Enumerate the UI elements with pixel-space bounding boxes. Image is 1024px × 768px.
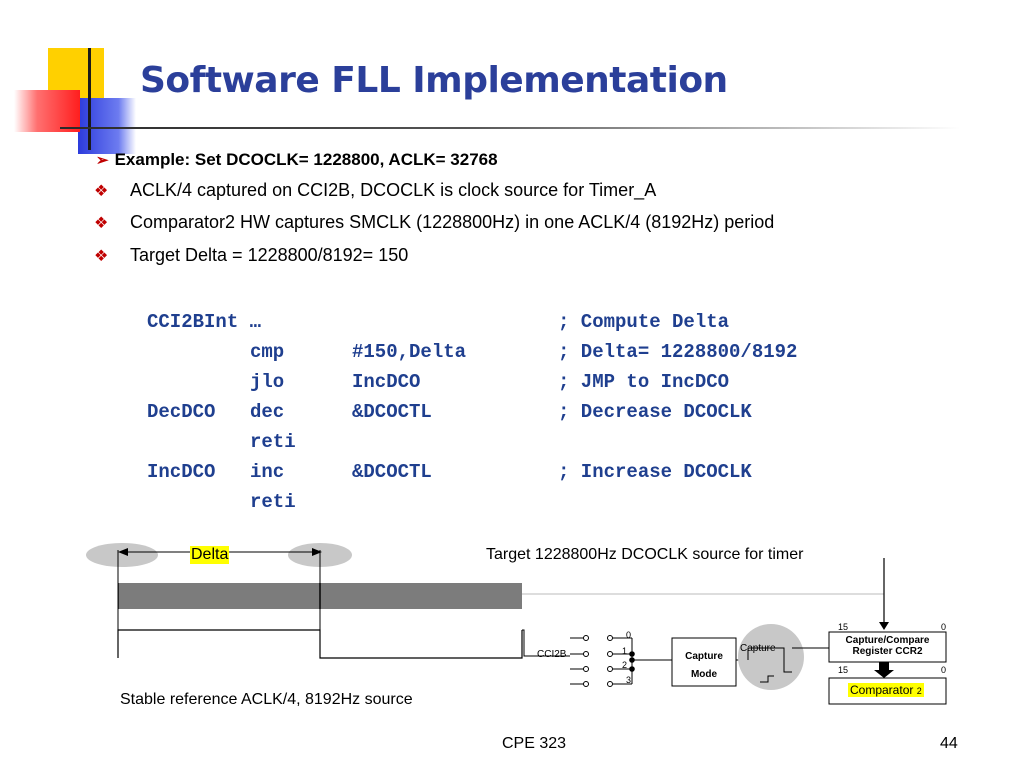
code-op: cmp xyxy=(250,341,285,363)
comparator-text: Comparator xyxy=(850,683,914,697)
mux-input-label: 2 xyxy=(622,660,628,670)
thick-arrow-shaft xyxy=(879,662,889,670)
code-comment: ; JMP to IncDCO xyxy=(558,371,730,393)
code-op: reti xyxy=(250,431,296,453)
main-bullet-text: Example: Set DCOCLK= 1228800, ACLK= 3276… xyxy=(114,150,498,169)
main-bullet: ➢ Example: Set DCOCLK= 1228800, ACLK= 327… xyxy=(96,150,498,170)
register-label-line: Register CCR2 xyxy=(852,646,923,657)
capture-mode-line: Mode xyxy=(690,669,718,680)
logo-red-bar xyxy=(14,90,80,132)
logo-blue-square xyxy=(78,98,136,154)
comparator-number: 2 xyxy=(916,686,922,696)
footer-course: CPE 323 xyxy=(502,735,567,752)
code-op: jlo xyxy=(250,371,285,393)
capture-label: Capture xyxy=(740,643,776,654)
code-op: reti xyxy=(250,491,296,513)
code-arg: &DCOCTL xyxy=(352,461,432,483)
target-label: Target 1228800Hz DCOCLK source for timer xyxy=(486,546,804,563)
cci2b-label: CCI2B xyxy=(537,649,567,660)
diamond-bullet-icon: ❖ xyxy=(94,248,109,265)
slide-title: Software FLL Implementation xyxy=(140,60,728,101)
sub-bullet-text: Comparator2 HW captures SMCLK (1228800Hz… xyxy=(130,212,775,232)
code-arg: #150,Delta xyxy=(352,341,467,363)
code-comment: ; Decrease DCOCLK xyxy=(558,401,752,423)
reference-label: Stable reference ACLK/4, 8192Hz source xyxy=(120,691,413,708)
diamond-bullet-icon: ❖ xyxy=(94,183,109,200)
capture-mode-line: Capture xyxy=(685,651,723,662)
edge-ellipse-left xyxy=(86,543,158,567)
code-arg: IncDCO xyxy=(352,371,421,393)
sub-bullet-2: ❖ Comparator2 HW captures SMCLK (1228800H… xyxy=(94,212,774,233)
register-bit-high: 15 xyxy=(838,622,849,632)
register-label-line: Capture/Compare xyxy=(845,635,930,646)
delta-label: Delta xyxy=(190,546,230,564)
code-op: inc xyxy=(250,461,285,483)
logo-vertical-line xyxy=(88,48,91,150)
sub-bullet-text: Target Delta = 1228800/8192= 150 xyxy=(130,245,409,265)
mux-dot xyxy=(629,651,635,657)
title-underline xyxy=(60,127,960,129)
capture-mode-label: Capture Mode xyxy=(672,648,736,684)
code-label: DecDCO xyxy=(147,401,216,423)
code-op: dec xyxy=(250,401,285,423)
code-comment: ; Increase DCOCLK xyxy=(558,461,752,483)
sub-bullet-1: ❖ ACLK/4 captured on CCI2B, DCOCLK is clo… xyxy=(94,180,656,201)
arrow-bullet-icon: ➢ xyxy=(96,152,109,169)
comparator-bit-low: 0 xyxy=(941,665,947,675)
code-comment: ; Delta= 1228800/8192 xyxy=(558,341,798,363)
thick-arrow-icon xyxy=(874,670,894,678)
mux-input-label: 0 xyxy=(626,630,632,640)
diamond-bullet-icon: ❖ xyxy=(94,215,109,232)
clock-feed-arrow-icon xyxy=(879,622,889,630)
code-comment: ; Compute Delta xyxy=(558,311,730,333)
page-number: 44 xyxy=(940,735,958,752)
register-bit-low: 0 xyxy=(941,622,947,632)
comparator-label: Comparator 2 xyxy=(848,683,924,697)
code-arg: &DCOCTL xyxy=(352,401,432,423)
sub-bullet-text: ACLK/4 captured on CCI2B, DCOCLK is cloc… xyxy=(130,180,657,200)
mux-input-label: 3 xyxy=(626,675,632,685)
code-label: IncDCO xyxy=(147,461,216,483)
mux-input-label: 1 xyxy=(622,646,628,656)
code-label: CCI2BInt … xyxy=(147,311,262,333)
mux-dot xyxy=(629,666,635,672)
sub-bullet-3: ❖ Target Delta = 1228800/8192= 150 xyxy=(94,245,408,266)
register-label: Capture/Compare Register CCR2 xyxy=(829,635,946,657)
comparator-bit-high: 15 xyxy=(838,665,849,675)
